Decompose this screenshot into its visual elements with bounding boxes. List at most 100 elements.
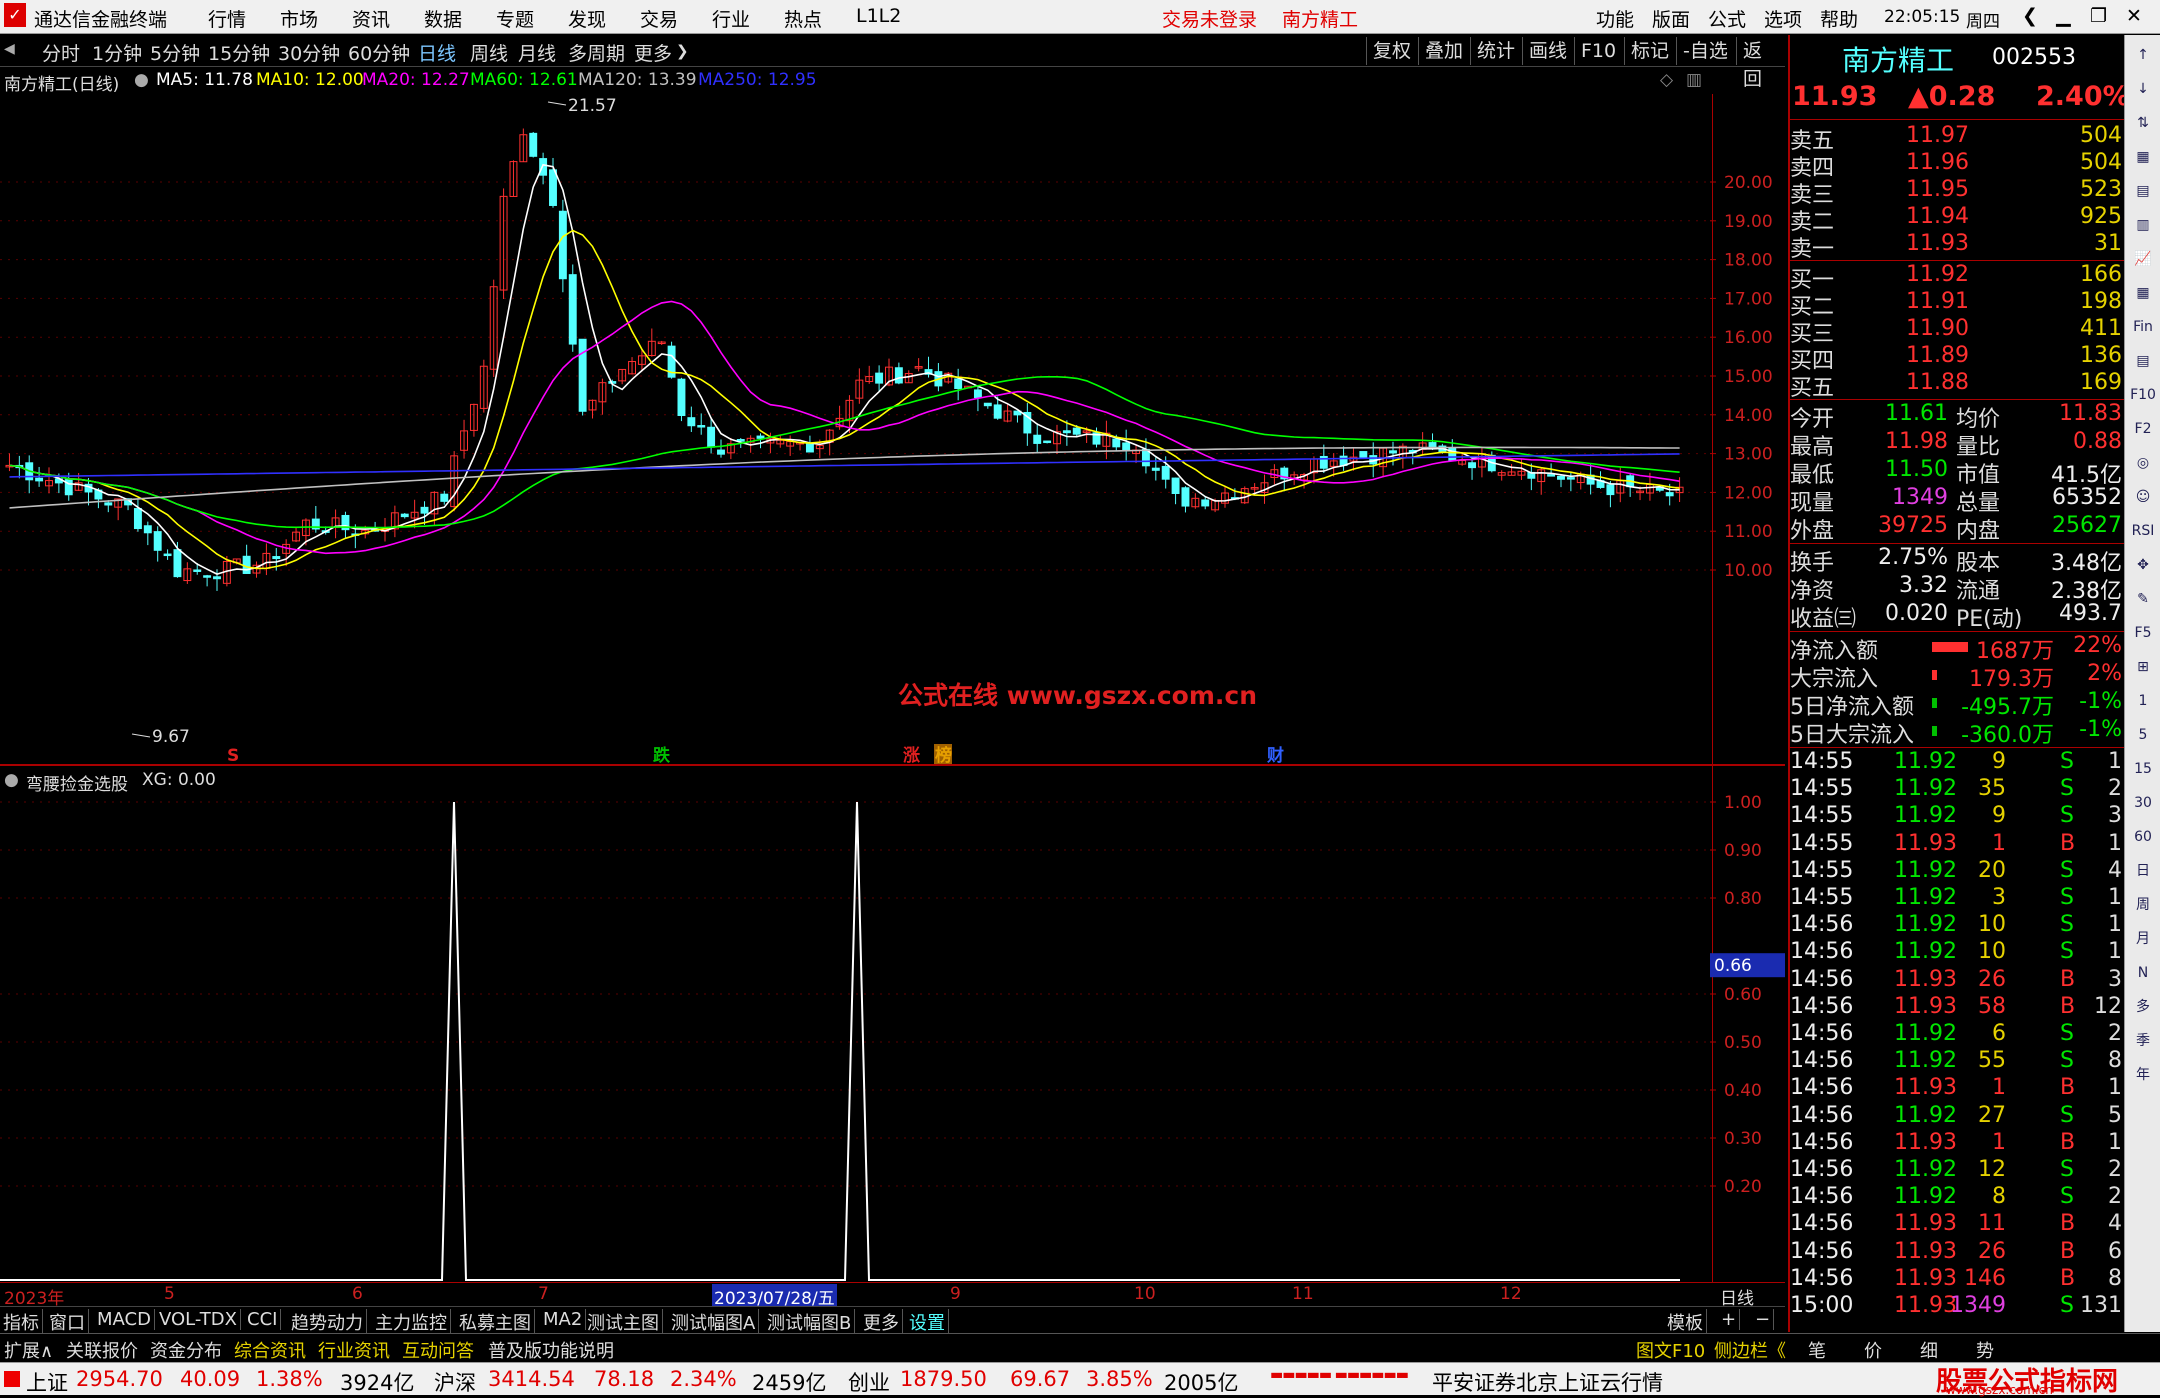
login-status[interactable]: 交易未登录 — [1162, 5, 1257, 32]
remove-pane-button[interactable]: − — [1752, 1309, 1775, 1330]
sidebar-tool-icon[interactable]: 5 — [2129, 723, 2157, 747]
overlay-button[interactable]: 叠加 — [1418, 37, 1469, 65]
period-fenshi[interactable]: 分时 — [42, 39, 80, 66]
tab-main-monitor[interactable]: 主力监控 — [372, 1309, 451, 1335]
tab-bi[interactable]: 笔 — [1808, 1337, 1826, 1363]
diamond-icon[interactable]: ◇ — [1660, 70, 1673, 90]
menu-zixun[interactable]: 资讯 — [352, 5, 390, 32]
menu-hangqing[interactable]: 行情 — [208, 5, 246, 32]
indicator-settings-icon[interactable]: ● — [4, 770, 19, 790]
sidebar-tool-icon[interactable]: 1 — [2129, 689, 2157, 713]
sh-index-name[interactable]: 上证 — [26, 1367, 68, 1397]
cy-index-name[interactable]: 创业 — [848, 1367, 890, 1397]
sidebar-tool-icon[interactable]: F5 — [2129, 621, 2157, 645]
sidebar-tool-icon[interactable]: ▥ — [2129, 213, 2157, 237]
expand-button[interactable]: 扩展∧ — [4, 1337, 53, 1363]
stats-button[interactable]: 统计 — [1470, 37, 1521, 65]
menu-gongneng[interactable]: 功能 — [1596, 5, 1634, 32]
draw-line-button[interactable]: 画线 — [1522, 37, 1573, 65]
sidebar-tool-icon[interactable]: ⇅ — [2129, 111, 2157, 135]
restore-icon[interactable]: ❐ — [2090, 5, 2107, 27]
period-weekly[interactable]: 周线 — [470, 39, 508, 66]
mark-button[interactable]: 标记 — [1624, 37, 1675, 65]
kline-chart[interactable]: 21.57 9.67 公式在线 www.gszx.com.cn S 跌 涨榜 财 — [0, 94, 1710, 764]
sidebar-tool-icon[interactable]: ▦ — [2129, 281, 2157, 305]
menu-zhuanti[interactable]: 专题 — [496, 5, 534, 32]
tab-window[interactable]: 窗口 — [46, 1309, 89, 1335]
tab-test-a[interactable]: 测试幅图A — [668, 1309, 760, 1335]
layout-icon[interactable]: ▥ — [1686, 70, 1702, 90]
sidebar-tool-icon[interactable]: F2 — [2129, 417, 2157, 441]
period-5min[interactable]: 5分钟 — [150, 39, 200, 66]
sidebar-tool-icon[interactable]: 多 — [2129, 995, 2157, 1019]
tab-zhibiao[interactable]: 指标 — [0, 1309, 43, 1335]
sidebar-tool-icon[interactable]: ⊞ — [2129, 655, 2157, 679]
menu-l1l2[interactable]: L1L2 — [856, 5, 901, 27]
menu-redian[interactable]: 热点 — [784, 5, 822, 32]
tab-ma2[interactable]: MA2 — [540, 1309, 587, 1330]
tab-feature-intro[interactable]: 普及版功能说明 — [488, 1337, 614, 1363]
menu-bangzhu[interactable]: 帮助 — [1820, 5, 1858, 32]
menu-hangye[interactable]: 行业 — [712, 5, 750, 32]
period-60min[interactable]: 60分钟 — [348, 39, 410, 66]
tab-xi[interactable]: 细 — [1920, 1337, 1938, 1363]
fuquan-button[interactable]: 复权 — [1366, 37, 1417, 65]
tab-settings[interactable]: 设置 — [906, 1309, 949, 1335]
sidebar-tool-icon[interactable]: ↓ — [2129, 77, 2157, 101]
tab-jia[interactable]: 价 — [1864, 1337, 1882, 1363]
period-15min[interactable]: 15分钟 — [208, 39, 270, 66]
menu-jiaoyi[interactable]: 交易 — [640, 5, 678, 32]
tab-test-b[interactable]: 测试幅图B — [764, 1309, 856, 1335]
sidebar-tool-icon[interactable]: 月 — [2129, 927, 2157, 951]
tab-cci[interactable]: CCI — [244, 1309, 282, 1330]
sidebar-tool-icon[interactable]: 年 — [2129, 1063, 2157, 1087]
sidebar-tool-icon[interactable]: ↑ — [2129, 43, 2157, 67]
period-30min[interactable]: 30分钟 — [278, 39, 340, 66]
period-daily[interactable]: 日线 — [418, 39, 456, 66]
tab-qa[interactable]: 互动问答 — [402, 1337, 474, 1363]
sidebar-toggle-button[interactable]: 侧边栏《 — [1714, 1337, 1786, 1363]
sidebar-tool-icon[interactable]: Fin — [2129, 315, 2157, 339]
tab-fund-distribution[interactable]: 资金分布 — [150, 1337, 222, 1363]
sidebar-tool-icon[interactable]: 周 — [2129, 893, 2157, 917]
hs-index-name[interactable]: 沪深 — [434, 1367, 476, 1397]
menu-xuanxiang[interactable]: 选项 — [1764, 5, 1802, 32]
menu-shichang[interactable]: 市场 — [280, 5, 318, 32]
tab-more[interactable]: 更多 — [860, 1309, 903, 1335]
tab-test-main[interactable]: 测试主图 — [584, 1309, 663, 1335]
sidebar-tool-icon[interactable]: ✎ — [2129, 587, 2157, 611]
f10-button[interactable]: F10 — [1574, 37, 1622, 65]
sidebar-tool-icon[interactable]: 季 — [2129, 1029, 2157, 1053]
sidebar-tool-icon[interactable]: 60 — [2129, 825, 2157, 849]
menu-gongshi[interactable]: 公式 — [1708, 5, 1746, 32]
watchlist-button[interactable]: -自选 — [1676, 37, 1734, 65]
menu-shuju[interactable]: 数据 — [424, 5, 462, 32]
period-monthly[interactable]: 月线 — [518, 39, 556, 66]
sidebar-tool-icon[interactable]: N — [2129, 961, 2157, 985]
period-1min[interactable]: 1分钟 — [92, 39, 142, 66]
sidebar-tool-icon[interactable]: ▤ — [2129, 349, 2157, 373]
f10-graphic-button[interactable]: 图文F10 — [1636, 1337, 1705, 1363]
sidebar-tool-icon[interactable]: 日 — [2129, 859, 2157, 883]
period-more[interactable]: 更多 — [634, 39, 672, 66]
tab-macd[interactable]: MACD — [94, 1309, 155, 1330]
tab-related-quotes[interactable]: 关联报价 — [66, 1337, 138, 1363]
sidebar-tool-icon[interactable]: ▤ — [2129, 179, 2157, 203]
period-multi[interactable]: 多周期 — [568, 39, 625, 66]
tab-news[interactable]: 综合资讯 — [234, 1337, 306, 1363]
back-button[interactable]: 返回 — [1736, 37, 1785, 90]
sidebar-tool-icon[interactable]: ▦ — [2129, 145, 2157, 169]
menu-banmian[interactable]: 版面 — [1652, 5, 1690, 32]
sidebar-tool-icon[interactable]: ◎ — [2129, 451, 2157, 475]
settings-dot-icon[interactable]: ● — [134, 70, 149, 90]
tab-vol-tdx[interactable]: VOL-TDX — [156, 1309, 241, 1330]
tab-trend[interactable]: 趋势动力 — [288, 1309, 367, 1335]
sidebar-tool-icon[interactable]: F10 — [2129, 383, 2157, 407]
sidebar-tool-icon[interactable]: 📈 — [2129, 247, 2157, 271]
sidebar-tool-icon[interactable]: 15 — [2129, 757, 2157, 781]
sidebar-tool-icon[interactable]: RSI — [2129, 519, 2157, 543]
back-icon[interactable]: ❮ — [2022, 5, 2038, 27]
minimize-icon[interactable]: ▁ — [2056, 5, 2071, 27]
menu-faxian[interactable]: 发现 — [568, 5, 606, 32]
add-pane-button[interactable]: + — [1718, 1309, 1741, 1330]
